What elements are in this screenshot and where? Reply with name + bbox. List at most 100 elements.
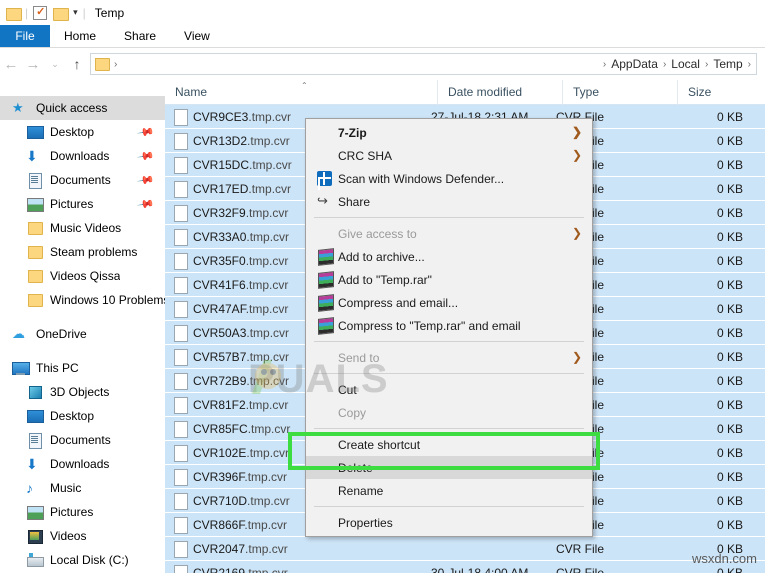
breadcrumb[interactable]: › › AppData › Local › Temp ›	[90, 53, 757, 75]
menu-item-share[interactable]: ↪ Share	[306, 190, 592, 213]
tab-share[interactable]: Share	[110, 25, 170, 47]
back-button[interactable]: ←	[0, 57, 22, 72]
file-name-ext: .tmp.cvr	[246, 373, 290, 388]
menu-item-add-to-temp-rar[interactable]: Add to "Temp.rar"	[306, 268, 592, 291]
pin-icon[interactable]: 📌	[137, 171, 156, 190]
pin-icon[interactable]: 📌	[137, 195, 156, 214]
sidebar-item-videos-qissa[interactable]: Videos Qissa	[0, 264, 165, 288]
sidebar-item-downloads[interactable]: ⬇ Downloads 📌	[0, 144, 165, 168]
sidebar-item-label: This PC	[36, 361, 79, 375]
sidebar-item-music-videos[interactable]: Music Videos	[0, 216, 165, 240]
file-name-ext: .tmp.cvr	[246, 229, 290, 244]
menu-item-cut[interactable]: Cut	[306, 378, 592, 401]
menu-item-label: Cut	[338, 382, 357, 397]
sidebar-item-onedrive[interactable]: ☁ OneDrive	[0, 322, 165, 346]
menu-item-label: Create shortcut	[338, 437, 421, 452]
sidebar-item-music[interactable]: ♪ Music	[0, 476, 165, 500]
file-icon	[171, 156, 193, 174]
sidebar-item-videos[interactable]: Videos	[0, 524, 165, 548]
up-button[interactable]: ↑	[66, 57, 88, 71]
breadcrumb-local[interactable]: Local	[671, 57, 700, 71]
music-icon: ♪	[26, 480, 33, 496]
sidebar-item-windows-10-problems[interactable]: Windows 10 Problems	[0, 288, 165, 312]
menu-item-compress-and-email[interactable]: Compress and email...	[306, 291, 592, 314]
sidebar-item-documents[interactable]: Documents 📌	[0, 168, 165, 192]
menu-item-scan-with-windows-defender[interactable]: Scan with Windows Defender...	[306, 167, 592, 190]
sidebar-item-desktop[interactable]: Desktop	[0, 404, 165, 428]
menu-item-label: Share	[338, 194, 371, 209]
recent-locations-button[interactable]: ⌄	[44, 59, 66, 69]
menu-item-label: CRC SHA	[338, 148, 393, 163]
file-size-cell: 0 KB	[716, 421, 743, 436]
sidebar-item-quick-access[interactable]: ★ Quick access	[0, 96, 165, 120]
sidebar-item-local-disk-c[interactable]: Local Disk (C:)	[0, 548, 165, 572]
sidebar-item-label: Documents	[50, 173, 111, 187]
menu-item-delete[interactable]: Delete	[306, 456, 592, 479]
context-menu[interactable]: 7-Zip ❯ CRC SHA ❯ Scan with Windows Defender…	[305, 118, 593, 537]
pin-icon[interactable]: 📌	[137, 123, 156, 142]
column-header-type[interactable]: Type	[562, 79, 677, 105]
customize-caret-icon[interactable]: ▾	[73, 8, 78, 17]
sidebar-item-steam-problems[interactable]: Steam problems	[0, 240, 165, 264]
navigation-pane[interactable]: ★ Quick access Desktop 📌 ⬇ Downloads 📌 Document…	[0, 96, 165, 573]
column-header-name[interactable]: Name ⌃	[165, 80, 437, 105]
file-name-ext: .tmp.cvr	[247, 493, 290, 508]
breadcrumb-appdata[interactable]: AppData	[611, 57, 658, 71]
table-row[interactable]: CVR2047.tmp.cvr CVR File 0 KB	[165, 537, 765, 561]
file-name-base: CVR13D2	[193, 133, 248, 148]
breadcrumb-temp[interactable]: Temp	[713, 57, 742, 71]
crumb-separator-2[interactable]: ›	[663, 59, 666, 70]
file-icon	[171, 276, 193, 294]
menu-item-compress-to-temp-rar-and-email[interactable]: Compress to "Temp.rar" and email	[306, 314, 592, 337]
menu-item-add-to-archive[interactable]: Add to archive...	[306, 245, 592, 268]
sidebar-item-label: Documents	[50, 433, 111, 447]
tab-view[interactable]: View	[170, 25, 224, 47]
sidebar-item-label: Pictures	[50, 505, 94, 519]
sidebar-item-this-pc[interactable]: This PC	[0, 356, 165, 380]
crumb-separator-0[interactable]: ›	[114, 59, 117, 70]
sidebar-item-3d-objects[interactable]: 3D Objects	[0, 380, 165, 404]
crumb-separator-4[interactable]: ›	[748, 59, 751, 70]
file-date-cell: 30-Jul-18 4:00 AM	[431, 565, 529, 573]
folder-icon[interactable]	[6, 7, 22, 21]
sidebar-item-label: Steam problems	[50, 245, 138, 259]
file-type-cell: CVR File	[556, 541, 605, 556]
file-icon	[171, 180, 193, 198]
new-folder-icon[interactable]	[53, 7, 70, 21]
menu-item-rename[interactable]: Rename	[306, 479, 592, 502]
sidebar-item-pictures[interactable]: Pictures 📌	[0, 192, 165, 216]
menu-item-send-to[interactable]: Send to ❯	[306, 346, 592, 369]
column-header-size[interactable]: Size	[677, 79, 765, 105]
menu-item-properties[interactable]: Properties	[306, 511, 592, 534]
crumb-separator-1[interactable]: ›	[603, 59, 606, 70]
submenu-arrow-icon: ❯	[571, 226, 582, 240]
file-name-ext: .tmp.cvr	[245, 253, 289, 268]
crumb-separator-3[interactable]: ›	[705, 59, 708, 70]
sidebar-item-label: 3D Objects	[50, 385, 110, 399]
table-row[interactable]: CVR2169.tmp.cvr 30-Jul-18 4:00 AM CVR File…	[165, 561, 765, 573]
forward-button[interactable]: →	[22, 57, 44, 72]
pin-icon[interactable]: 📌	[137, 147, 156, 166]
sidebar-item-desktop[interactable]: Desktop 📌	[0, 120, 165, 144]
shield-icon	[314, 170, 338, 187]
menu-separator	[314, 428, 584, 429]
properties-icon[interactable]	[33, 5, 48, 20]
tab-home[interactable]: Home	[50, 25, 110, 47]
menu-item-crc-sha[interactable]: CRC SHA ❯	[306, 144, 592, 167]
sidebar-item-pictures[interactable]: Pictures	[0, 500, 165, 524]
file-icon	[171, 444, 193, 462]
file-icon	[171, 324, 193, 342]
menu-item-copy[interactable]: Copy	[306, 401, 592, 424]
menu-item-give-access-to[interactable]: Give access to ❯	[306, 222, 592, 245]
tab-file[interactable]: File	[0, 25, 50, 47]
submenu-arrow-icon: ❯	[571, 350, 582, 364]
menu-item-no-icon	[314, 225, 338, 242]
sidebar-item-label: Videos	[50, 529, 87, 543]
sidebar-item-documents[interactable]: Documents	[0, 428, 165, 452]
file-size-cell: 0 KB	[716, 397, 743, 412]
menu-item-7-zip[interactable]: 7-Zip ❯	[306, 121, 592, 144]
menu-item-create-shortcut[interactable]: Create shortcut	[306, 433, 592, 456]
column-header-date[interactable]: Date modified	[437, 79, 562, 105]
file-icon	[171, 540, 193, 558]
sidebar-item-downloads[interactable]: ⬇ Downloads	[0, 452, 165, 476]
